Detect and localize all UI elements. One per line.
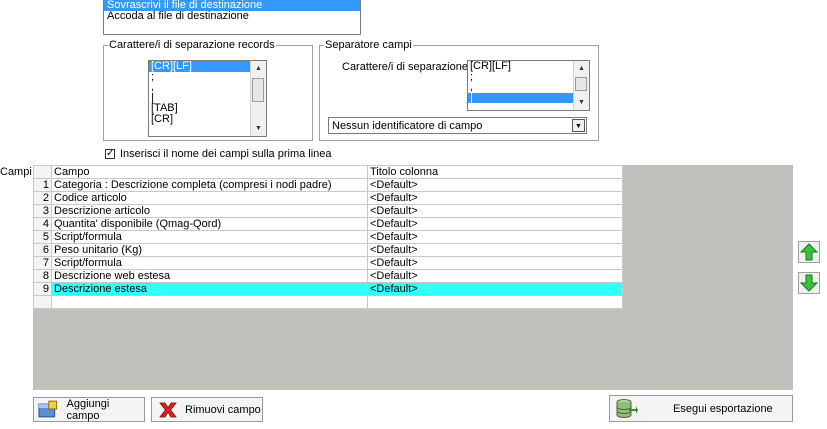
list-item[interactable]: [CR][LF]	[468, 61, 589, 72]
row-number-cell[interactable]: 3	[33, 204, 52, 218]
titolo-cell[interactable]: <Default>	[367, 256, 623, 270]
scroll-up-icon[interactable]: ▲	[251, 61, 266, 76]
field-separator-group: Separatore campi Carattere/i di separazi…	[319, 39, 599, 141]
record-separator-legend: Carattere/i di separazione records	[108, 39, 276, 52]
header-checkbox-label: Inserisci il nome dei campi sulla prima …	[120, 148, 332, 160]
row-number-cell[interactable]: 6	[33, 243, 52, 257]
table-row[interactable]: 1 Categoria : Descrizione completa (compr…	[33, 178, 623, 192]
grid-header-row: Campo Titolo colonna	[33, 165, 623, 179]
row-number-cell[interactable]: 2	[33, 191, 52, 205]
move-down-button[interactable]	[798, 272, 820, 294]
scroll-down-icon[interactable]: ▼	[574, 95, 589, 110]
titolo-cell[interactable]: <Default>	[367, 178, 623, 192]
mode-item-append[interactable]: Accoda al file di destinazione	[104, 11, 360, 22]
row-number-cell[interactable]: 9	[33, 282, 52, 296]
write-mode-list[interactable]: Sovrascrivi il file di destinazione Acco…	[103, 0, 361, 35]
titolo-cell[interactable]: <Default>	[367, 191, 623, 205]
field-identifier-select[interactable]: Nessun identificatore di campo ▼	[328, 117, 587, 134]
list-item[interactable]: |	[468, 92, 574, 103]
record-separator-list[interactable]: [CR][LF] ; , | [TAB] [CR] ▲ ▼	[148, 60, 267, 137]
table-row[interactable]: 3 Descrizione articolo <Default>	[33, 204, 623, 218]
list-item[interactable]: ;	[468, 71, 589, 83]
chevron-down-icon[interactable]: ▼	[572, 119, 585, 132]
titolo-cell[interactable]: <Default>	[367, 204, 623, 218]
scroll-down-icon[interactable]: ▼	[251, 121, 266, 136]
add-field-button[interactable]: Aggiungi campo	[33, 397, 145, 422]
titolo-cell[interactable]: <Default>	[367, 217, 623, 231]
campo-cell[interactable]: Descrizione articolo	[51, 204, 368, 218]
remove-field-label: Rimuovi campo	[185, 403, 261, 416]
empty-cell[interactable]	[51, 295, 368, 309]
list-item[interactable]: [CR]	[149, 113, 266, 125]
grid-corner	[33, 165, 52, 179]
remove-field-button[interactable]: Rimuovi campo	[151, 397, 263, 422]
table-row[interactable]: 2 Codice articolo <Default>	[33, 191, 623, 205]
campo-cell[interactable]: Codice articolo	[51, 191, 368, 205]
titolo-cell[interactable]: <Default>	[367, 243, 623, 257]
remove-x-icon	[159, 402, 177, 417]
titolo-cell[interactable]: <Default>	[367, 269, 623, 283]
table-row[interactable]: 5 Script/formula <Default>	[33, 230, 623, 244]
row-number-cell[interactable]: 1	[33, 178, 52, 192]
campo-cell[interactable]: Categoria : Descrizione completa (compre…	[51, 178, 368, 192]
fields-grid-panel: Campo Titolo colonna 1 Categoria : Descri…	[33, 165, 793, 390]
table-row[interactable]: 6 Peso unitario (Kg) <Default>	[33, 243, 623, 257]
table-row[interactable]: 8 Descrizione web estesa <Default>	[33, 269, 623, 283]
row-number-cell[interactable]: 8	[33, 269, 52, 283]
titolo-cell[interactable]: <Default>	[367, 282, 623, 296]
record-separator-items: [CR][LF] ; , | [TAB] [CR]	[149, 61, 266, 124]
field-identifier-value: Nessun identificatore di campo	[332, 120, 483, 132]
row-number-cell[interactable]: 5	[33, 230, 52, 244]
move-up-button[interactable]	[798, 241, 820, 263]
table-row[interactable]: 7 Script/formula <Default>	[33, 256, 623, 270]
arrow-down-icon	[799, 274, 819, 292]
titolo-cell[interactable]: <Default>	[367, 230, 623, 244]
list-item[interactable]: [CR][LF]	[149, 61, 266, 72]
column-header-titolo[interactable]: Titolo colonna	[367, 165, 623, 179]
campo-cell[interactable]: Script/formula	[51, 256, 368, 270]
scroll-thumb[interactable]	[252, 78, 264, 102]
field-separator-legend: Separatore campi	[324, 39, 413, 52]
campo-cell[interactable]: Descrizione estesa	[51, 282, 368, 296]
field-separator-label: Carattere/i di separazione :	[342, 61, 475, 73]
row-number-cell[interactable]: 4	[33, 217, 52, 231]
list-item[interactable]: ,	[468, 82, 589, 93]
table-row[interactable]: 4 Quantita' disponibile (Qmag-Qord) <Defau…	[33, 217, 623, 231]
export-database-icon	[616, 398, 638, 418]
record-separator-group: Carattere/i di separazione records [CR][…	[103, 39, 313, 141]
run-export-label: Esegui esportazione	[673, 402, 773, 415]
list-item[interactable]: ,	[149, 82, 266, 93]
table-row[interactable]: 9 Descrizione estesa <Default>	[33, 282, 623, 296]
record-separator-scrollbar[interactable]: ▲ ▼	[250, 61, 266, 136]
campo-cell[interactable]: Quantita' disponibile (Qmag-Qord)	[51, 217, 368, 231]
arrow-up-icon	[799, 243, 819, 261]
list-item[interactable]: ;	[149, 71, 266, 83]
column-header-campo[interactable]: Campo	[51, 165, 368, 179]
add-field-label: Aggiungi campo	[66, 397, 110, 422]
add-field-icon	[38, 400, 58, 417]
row-number-cell[interactable]: 7	[33, 256, 52, 270]
header-checkbox[interactable]: ✓	[105, 149, 115, 159]
empty-cell[interactable]	[367, 295, 623, 309]
run-export-button[interactable]: Esegui esportazione	[609, 395, 793, 422]
field-separator-list[interactable]: [CR][LF] ; , | ▲ ▼	[467, 60, 590, 111]
campo-cell[interactable]: Peso unitario (Kg)	[51, 243, 368, 257]
empty-row[interactable]	[33, 295, 623, 309]
list-item[interactable]: [TAB]	[149, 103, 266, 114]
fields-grid: Campo Titolo colonna 1 Categoria : Descri…	[33, 165, 623, 309]
field-separator-scrollbar[interactable]: ▲ ▼	[573, 61, 589, 110]
scroll-up-icon[interactable]: ▲	[574, 61, 589, 76]
empty-cell[interactable]	[33, 295, 52, 309]
campo-cell[interactable]: Script/formula	[51, 230, 368, 244]
header-checkbox-row[interactable]: ✓ Inserisci il nome dei campi sulla prim…	[105, 148, 332, 160]
campo-cell[interactable]: Descrizione web estesa	[51, 269, 368, 283]
scroll-thumb[interactable]	[575, 77, 587, 91]
